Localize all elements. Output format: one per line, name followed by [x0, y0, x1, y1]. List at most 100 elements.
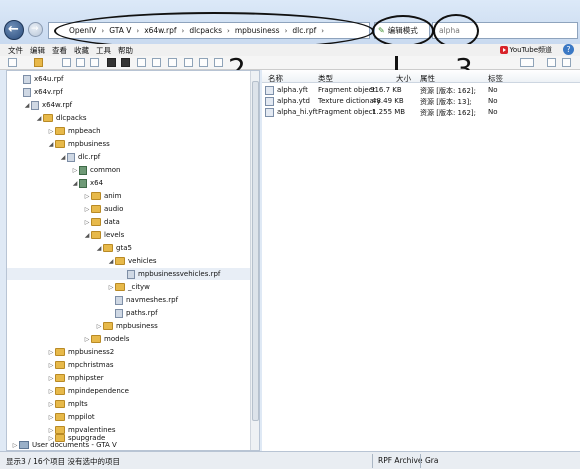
tree-item-selected[interactable]: mpbusinessvehicles.rpf	[7, 268, 251, 280]
chevron-right-icon[interactable]: ▷	[11, 442, 19, 449]
chevron-right-icon[interactable]: ▷	[107, 284, 115, 291]
youtube-channel-link[interactable]: YouTube频道	[499, 45, 552, 55]
rpf-file-icon	[67, 152, 75, 162]
tree-scrollbar-thumb[interactable]	[252, 81, 259, 421]
back-button[interactable]	[4, 20, 24, 40]
toolbar-button-5[interactable]	[90, 58, 99, 67]
column-name[interactable]: 名称	[268, 73, 283, 84]
tree-item[interactable]: ▷ models	[83, 333, 129, 345]
chevron-right-icon[interactable]: ▷	[83, 193, 91, 200]
tree-item[interactable]: ▷ User documents - GTA V	[11, 439, 117, 450]
folder-icon	[91, 205, 101, 213]
chevron-right-icon[interactable]: ▷	[47, 349, 55, 356]
chevron-down-icon[interactable]: ◢	[95, 245, 103, 252]
settings-button[interactable]	[562, 58, 571, 67]
chevron-right-icon[interactable]: ▷	[47, 401, 55, 408]
tree-item[interactable]: ▷ mpbusiness2	[47, 346, 114, 358]
toolbar-button-13[interactable]	[214, 58, 223, 67]
tree-item[interactable]: ▷ mphipster	[47, 372, 104, 384]
tree-item[interactable]: ▷ mpbeach	[47, 125, 101, 137]
column-tags[interactable]: 标签	[488, 73, 503, 84]
chevron-right-icon[interactable]: ▷	[95, 323, 103, 330]
tree-item[interactable]: ◢ gta5	[95, 242, 132, 254]
menu-bar: 文件 编辑 查看 收藏 工具 帮助 YouTube频道 ?	[0, 44, 580, 56]
folder-icon	[91, 218, 101, 226]
texture-file-icon	[265, 97, 274, 106]
chevron-down-icon[interactable]: ◢	[23, 102, 31, 109]
new-file-button[interactable]	[8, 58, 17, 67]
tree-item[interactable]: ◢ levels	[83, 229, 124, 241]
tree-item[interactable]: ◢ mpbusiness	[47, 138, 110, 150]
help-button[interactable]: ?	[563, 44, 574, 55]
tree-item[interactable]: ◢ dlc.rpf	[59, 151, 100, 163]
chevron-right-icon[interactable]: ▷	[47, 388, 55, 395]
table-row[interactable]: alpha_hi.yft Fragment object 1.255 MB 资源…	[262, 107, 580, 118]
open-folder-button[interactable]	[34, 58, 43, 67]
tree-item[interactable]: ▷ mpbusiness	[95, 320, 158, 332]
tree-item[interactable]: ▷ anim	[83, 190, 122, 202]
table-row[interactable]: alpha.yft Fragment object 916.7 KB 资源 [版…	[262, 85, 580, 96]
menu-file[interactable]: 文件	[8, 45, 23, 56]
toolbar-button-11[interactable]	[184, 58, 193, 67]
list-header: 名称 类型 大小 属性 标签	[262, 70, 580, 83]
column-size[interactable]: 大小	[396, 73, 411, 84]
toolbar-button-12[interactable]	[199, 58, 208, 67]
menu-view[interactable]: 查看	[52, 45, 67, 56]
folder-icon	[103, 322, 113, 330]
tree-item[interactable]: navmeshes.rpf	[115, 294, 178, 306]
forward-button[interactable]	[28, 22, 43, 37]
tree-item[interactable]: ▷ _cityw	[107, 281, 150, 293]
folder-icon	[91, 192, 101, 200]
tree-scrollbar[interactable]	[250, 71, 259, 450]
tree-item[interactable]: ▷ mplts	[47, 398, 88, 410]
tree-item[interactable]: x64v.rpf	[23, 86, 63, 98]
tree-item[interactable]: ◢ vehicles	[107, 255, 157, 267]
tree-item[interactable]: ▷ common	[71, 164, 121, 176]
toolbar-button-10[interactable]	[168, 58, 177, 67]
chevron-down-icon[interactable]: ◢	[47, 141, 55, 148]
status-divider	[420, 454, 421, 468]
chevron-right-icon[interactable]: ▷	[71, 167, 79, 174]
chevron-right-icon[interactable]: ▷	[47, 362, 55, 369]
tree-item[interactable]: ◢ x64	[71, 177, 103, 189]
file-list[interactable]: 名称 类型 大小 属性 标签 alpha.yft Fragment object…	[262, 70, 580, 451]
tree-item[interactable]: ▷ mpindependence	[47, 385, 129, 397]
tree-item[interactable]: x64u.rpf	[23, 73, 64, 85]
toolbar-button-7[interactable]	[121, 58, 130, 67]
table-row[interactable]: alpha.ytd Texture dictionary 48.49 KB 资源…	[262, 96, 580, 107]
tree-item[interactable]: ▷ audio	[83, 203, 123, 215]
folder-icon	[115, 283, 125, 291]
chevron-down-icon[interactable]: ◢	[107, 258, 115, 265]
toolbar-button-4[interactable]	[76, 58, 85, 67]
folder-icon	[55, 361, 65, 369]
folder-tree[interactable]: x64u.rpf x64v.rpf ◢ x64w.rpf ◢ dlcpacks ▷ m…	[6, 70, 260, 451]
menu-favorites[interactable]: 收藏	[74, 45, 89, 56]
toolbar-button-3[interactable]	[62, 58, 71, 67]
tree-item[interactable]: ▷ data	[83, 216, 120, 228]
chevron-right-icon[interactable]: ▷	[83, 206, 91, 213]
chevron-down-icon[interactable]: ◢	[83, 232, 91, 239]
chevron-right-icon[interactable]: ▷	[83, 336, 91, 343]
tree-item[interactable]: ▷ mppilot	[47, 411, 95, 423]
tree-item[interactable]: ◢ dlcpacks	[35, 112, 87, 124]
chevron-down-icon[interactable]: ◢	[59, 154, 67, 161]
menu-edit[interactable]: 编辑	[30, 45, 45, 56]
tree-item[interactable]: ◢ x64w.rpf	[23, 99, 72, 111]
toolbar-button-9[interactable]	[152, 58, 161, 67]
pane-toggle-button[interactable]	[547, 58, 556, 67]
tree-item[interactable]: ▷ mpchristmas	[47, 359, 114, 371]
toolbar-button-8[interactable]	[137, 58, 146, 67]
chevron-down-icon[interactable]: ◢	[71, 180, 79, 187]
column-attributes[interactable]: 属性	[420, 73, 435, 84]
chevron-down-icon[interactable]: ◢	[35, 115, 43, 122]
chevron-right-icon[interactable]: ▷	[47, 414, 55, 421]
toolbar-button-6[interactable]	[107, 58, 116, 67]
chevron-right-icon[interactable]: ▷	[83, 219, 91, 226]
menu-help[interactable]: 帮助	[118, 45, 133, 56]
column-type[interactable]: 类型	[318, 73, 333, 84]
tree-item[interactable]: paths.rpf	[115, 307, 158, 319]
chevron-right-icon[interactable]: ▷	[47, 375, 55, 382]
view-options-button[interactable]	[520, 58, 534, 67]
menu-tools[interactable]: 工具	[96, 45, 111, 56]
chevron-right-icon[interactable]: ▷	[47, 128, 55, 135]
